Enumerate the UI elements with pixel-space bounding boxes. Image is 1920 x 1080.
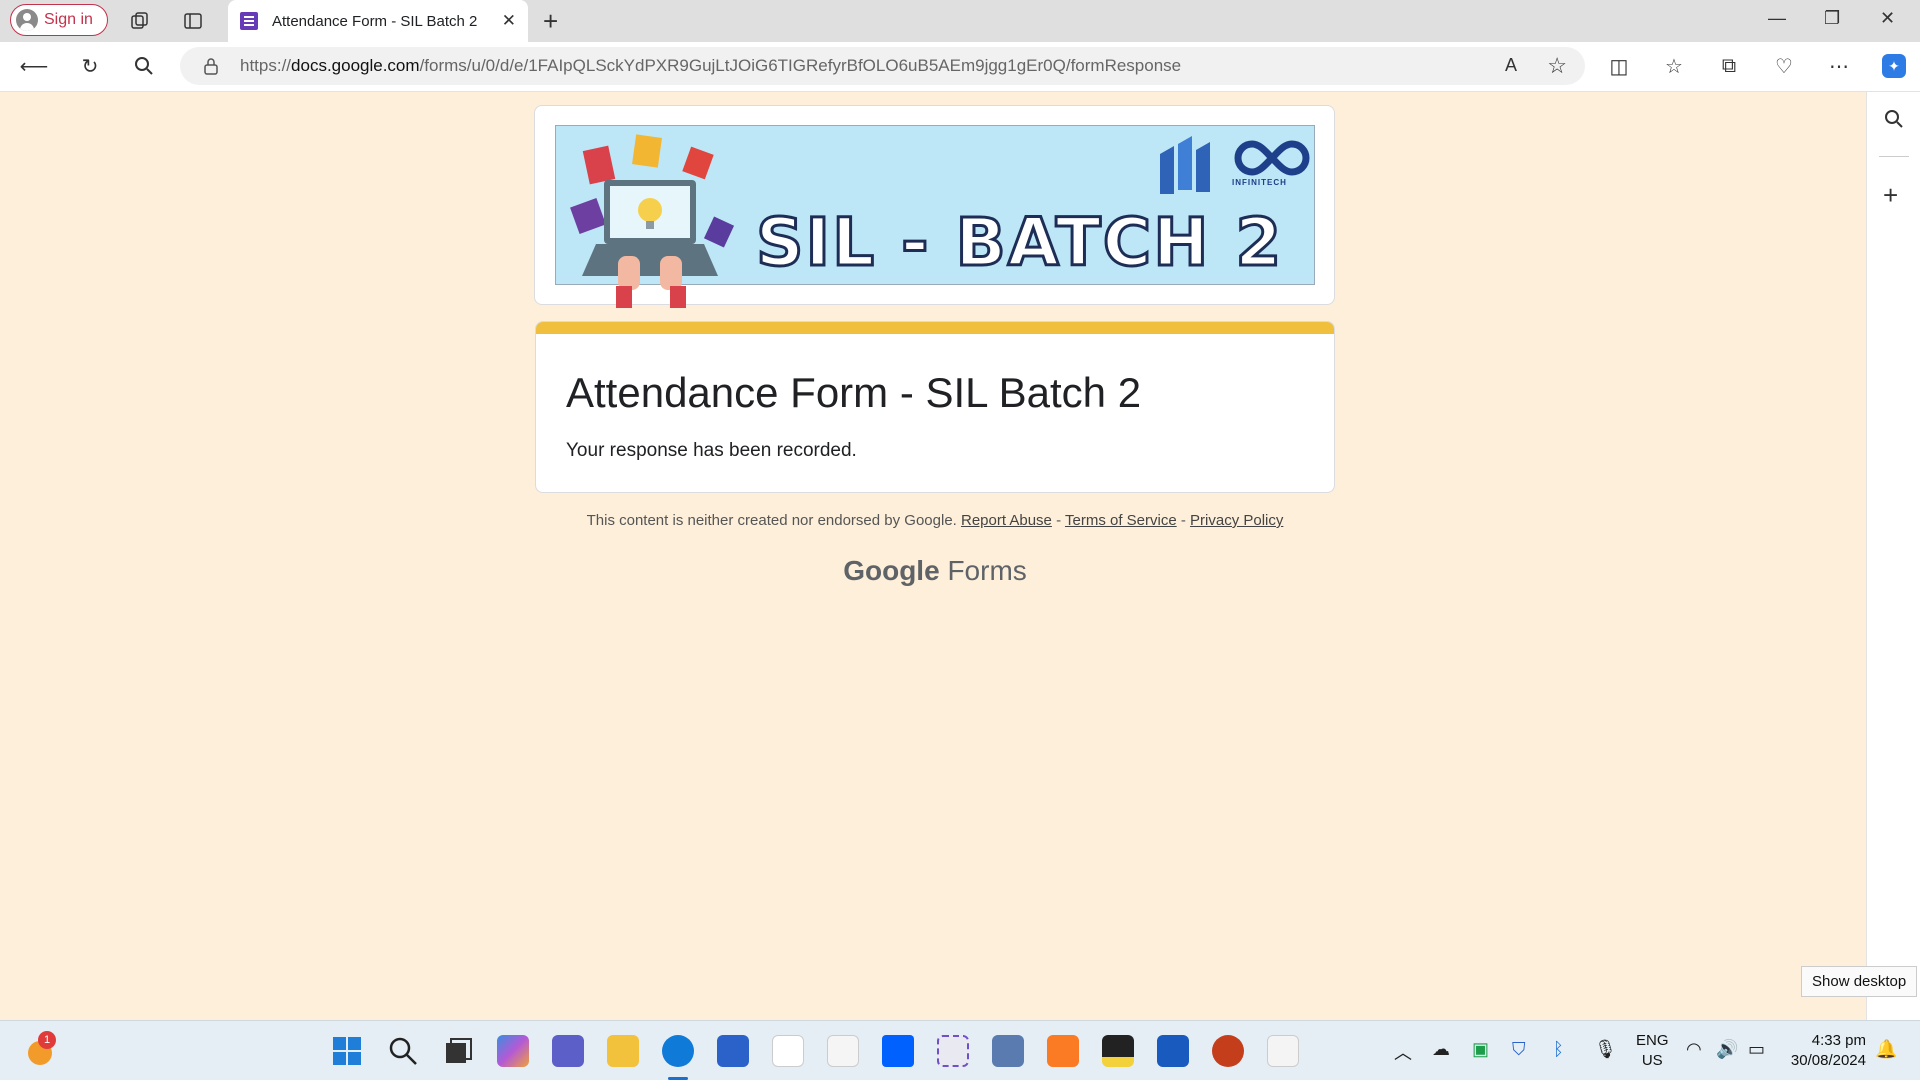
- word-icon[interactable]: [1157, 1035, 1189, 1067]
- copilot-icon[interactable]: ✦: [1882, 54, 1906, 78]
- bluetooth-icon[interactable]: ᛒ: [1553, 1039, 1564, 1060]
- language-indicator[interactable]: ENG US: [1636, 1031, 1669, 1071]
- form-footer: This content is neither created nor endo…: [0, 512, 1870, 529]
- sidebar-add-icon[interactable]: +: [1883, 180, 1898, 211]
- windows-start-icon[interactable]: [331, 1035, 363, 1067]
- forms-wordmark: Forms: [947, 555, 1027, 586]
- privacy-policy-link[interactable]: Privacy Policy: [1190, 512, 1283, 529]
- dropbox-icon[interactable]: [882, 1035, 914, 1067]
- google-forms-logo[interactable]: Google Forms: [0, 555, 1870, 587]
- system-clock[interactable]: 4:33 pm 30/08/2024: [1791, 1031, 1866, 1071]
- report-abuse-link[interactable]: Report Abuse: [961, 512, 1052, 529]
- sign-in-label: Sign in: [44, 11, 93, 28]
- clock-time: 4:33 pm: [1811, 1032, 1866, 1049]
- google-wordmark: Google: [843, 555, 940, 586]
- powerpoint-icon[interactable]: [1212, 1035, 1244, 1067]
- onedrive-icon[interactable]: ☁: [1432, 1039, 1450, 1060]
- address-bar[interactable]: https://docs.google.com/forms/u/0/d/e/1F…: [180, 47, 1585, 85]
- read-aloud-icon[interactable]: A: [1505, 55, 1517, 76]
- vertical-tabs-icon[interactable]: [183, 11, 203, 31]
- teams-icon[interactable]: [552, 1035, 584, 1067]
- defender-warning-icon[interactable]: ⛉: [1512, 1039, 1526, 1060]
- browser-toolbar: ⟵ ↻ https://docs.google.com/forms/u/0/d/…: [0, 42, 1920, 92]
- sidebar-search-icon[interactable]: [1882, 107, 1906, 131]
- google-forms-icon: [240, 12, 258, 30]
- back-icon[interactable]: ⟵: [20, 54, 49, 78]
- infinitech-logo-text: INFINITECH: [1232, 178, 1287, 187]
- mfa-logo: [1160, 136, 1210, 194]
- clock-date: 30/08/2024: [1790, 1052, 1866, 1069]
- copilot-app-icon[interactable]: [497, 1035, 529, 1067]
- browser-titlebar: Sign in Attendance Form - SIL Batch 2 ✕ …: [0, 0, 1920, 42]
- url-domain: docs.google.com: [291, 56, 420, 75]
- form-accent-bar: [536, 322, 1334, 334]
- language-code: ENG: [1636, 1032, 1669, 1049]
- close-window-icon[interactable]: ✕: [1880, 8, 1895, 29]
- url-prefix: https://: [240, 56, 292, 75]
- lock-icon[interactable]: [202, 57, 220, 75]
- region-code: US: [1641, 1052, 1663, 1069]
- snipping-tool-icon[interactable]: [937, 1035, 969, 1067]
- more-options-icon[interactable]: ⋯: [1827, 54, 1851, 78]
- amazon-app-icon[interactable]: [827, 1035, 859, 1067]
- sticky-notes-icon[interactable]: [1102, 1035, 1134, 1067]
- show-desktop-tooltip: Show desktop: [1801, 966, 1918, 997]
- response-message: Your response has been recorded.: [566, 440, 857, 461]
- favorites-icon[interactable]: ☆: [1662, 54, 1686, 78]
- wifi-icon[interactable]: ◠: [1686, 1039, 1702, 1060]
- weather-widget-icon[interactable]: 1: [26, 1031, 58, 1067]
- form-response-card: Attendance Form - SIL Batch 2 Your respo…: [535, 321, 1335, 493]
- footer-separator: -: [1056, 512, 1062, 529]
- new-tab-icon[interactable]: +: [543, 6, 558, 37]
- form-title: Attendance Form - SIL Batch 2: [566, 369, 1142, 416]
- terms-of-service-link[interactable]: Terms of Service: [1065, 512, 1177, 529]
- battery-icon[interactable]: ▭: [1748, 1039, 1765, 1060]
- restore-icon[interactable]: ❐: [1824, 8, 1840, 29]
- collections-icon[interactable]: ⧉: [1717, 54, 1741, 78]
- tray-app-icon[interactable]: ▣: [1472, 1039, 1489, 1060]
- taskbar-search-icon[interactable]: [387, 1035, 419, 1067]
- sidebar-divider: [1879, 156, 1909, 157]
- favorite-star-icon[interactable]: ☆: [1547, 53, 1567, 79]
- browser-sidebar: +: [1866, 92, 1920, 1020]
- weather-badge: 1: [38, 1031, 56, 1049]
- microphone-icon[interactable]: 🎙: [1594, 1039, 1617, 1060]
- minimize-icon[interactable]: —: [1768, 8, 1786, 29]
- profile-icon: [16, 9, 38, 31]
- windows-taskbar: 1 ︿ ☁ ▣ ⛉ ᛒ 🎙 ENG US ◠ 🔊 ▭ 4:33 pm 30/08…: [0, 1020, 1920, 1080]
- disclaimer-text: This content is neither created nor endo…: [586, 512, 957, 529]
- security-app-icon[interactable]: [992, 1035, 1024, 1067]
- search-icon[interactable]: [132, 54, 156, 78]
- form-banner-image: INFINITECH SIL - BATCH 2: [555, 125, 1315, 308]
- workspaces-icon[interactable]: [130, 11, 150, 31]
- split-screen-icon[interactable]: ◫: [1607, 54, 1631, 78]
- xampp-icon[interactable]: [1047, 1035, 1079, 1067]
- laptop-books-illustration: [570, 134, 735, 308]
- url-path: /forms/u/0/d/e/1FAIpQLSckYdPXR9GujLtJOiG…: [419, 56, 1182, 75]
- notification-bell-icon[interactable]: 🔔: [1875, 1039, 1897, 1060]
- volume-icon[interactable]: 🔊: [1716, 1039, 1738, 1060]
- edge-browser-icon[interactable]: [662, 1035, 694, 1067]
- microsoft-store-icon[interactable]: [717, 1035, 749, 1067]
- java-icon[interactable]: [1267, 1035, 1299, 1067]
- close-tab-icon[interactable]: ✕: [502, 11, 516, 31]
- show-hidden-icons-icon[interactable]: ︿: [1394, 1039, 1412, 1065]
- tab-attendance-form[interactable]: Attendance Form - SIL Batch 2 ✕: [228, 0, 528, 42]
- file-explorer-icon[interactable]: [607, 1035, 639, 1067]
- footer-separator: -: [1180, 512, 1186, 529]
- banner-title: SIL - BATCH 2: [754, 203, 1284, 283]
- sign-in-button[interactable]: Sign in: [10, 4, 108, 36]
- browser-essentials-icon[interactable]: ♡: [1772, 54, 1796, 78]
- refresh-icon[interactable]: ↻: [78, 54, 102, 78]
- tab-title: Attendance Form - SIL Batch 2: [272, 12, 478, 30]
- task-view-icon[interactable]: [442, 1035, 474, 1067]
- amazon-icon[interactable]: [772, 1035, 804, 1067]
